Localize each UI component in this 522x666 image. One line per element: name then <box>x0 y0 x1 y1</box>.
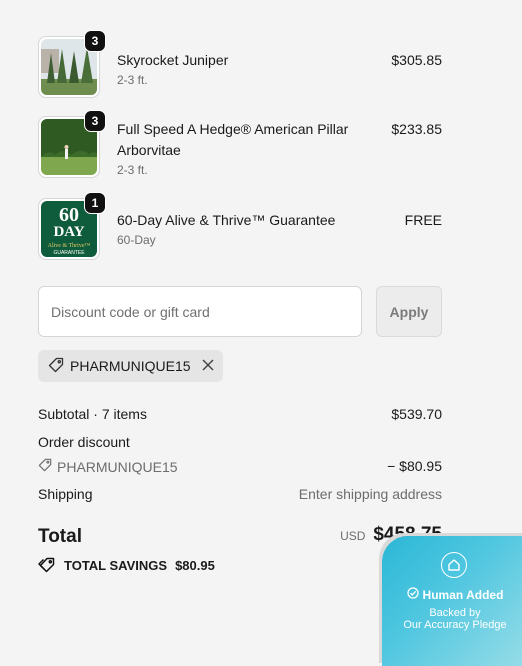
total-row: Total USD $458.75 <box>38 524 442 552</box>
line-item: 60 DAY Alive & Thrive™ GUARANTEE 1 60-Da… <box>38 192 442 262</box>
remove-code-icon[interactable] <box>201 358 215 375</box>
tag-icon <box>48 357 64 376</box>
applied-discount-chip: PHARMUNIQUE15 <box>38 350 223 382</box>
item-price: $305.85 <box>391 52 442 68</box>
quantity-badge: 3 <box>84 30 106 52</box>
tag-icon <box>38 458 52 475</box>
item-variant: 2-3 ft. <box>117 73 148 87</box>
total-label: Total <box>38 526 82 547</box>
discount-code-row: PHARMUNIQUE15 − $80.95 <box>38 458 442 475</box>
guarantee-day: DAY <box>53 224 85 240</box>
badge-line1: Backed by <box>429 607 481 619</box>
accuracy-pledge-badge[interactable]: Human Added Backed by Our Accuracy Pledg… <box>382 536 522 666</box>
guarantee-label: GUARANTEE <box>53 250 85 256</box>
order-discount-label: Order discount <box>38 434 130 450</box>
shipping-value: Enter shipping address <box>298 486 442 502</box>
tag-icon <box>38 557 56 573</box>
currency-code: USD <box>340 529 366 543</box>
badge-line2: Our Accuracy Pledge <box>403 619 507 631</box>
product-thumbnail: 3 <box>38 30 106 98</box>
item-variant: 60-Day <box>117 233 156 247</box>
discount-code-tag: PHARMUNIQUE15 <box>38 458 178 475</box>
subtotal-value: $539.70 <box>391 406 442 422</box>
subtotal-row: Subtotal · 7 items $539.70 <box>38 406 442 422</box>
product-thumbnail: 3 <box>38 110 106 178</box>
item-price: FREE <box>404 212 442 228</box>
badge-title: Human Added <box>422 587 504 602</box>
shipping-row: Shipping Enter shipping address <box>38 486 442 502</box>
item-name: Skyrocket Juniper <box>117 52 229 68</box>
item-variant: 2-3 ft. <box>117 163 148 177</box>
apply-button[interactable]: Apply <box>376 286 442 337</box>
total-savings-label: TOTAL SAVINGS <box>64 557 168 573</box>
product-thumbnail: 60 DAY Alive & Thrive™ GUARANTEE 1 <box>38 192 106 260</box>
item-name: 60-Day Alive & Thrive™ Guarantee <box>117 212 336 228</box>
applied-code-label: PHARMUNIQUE15 <box>70 358 191 374</box>
house-icon <box>441 552 467 578</box>
discount-value: − $80.95 <box>387 458 442 474</box>
line-item: 3 Full Speed A Hedge® American Pillar Ar… <box>38 110 442 182</box>
check-circle-icon <box>406 587 419 602</box>
item-price: $233.85 <box>391 121 442 137</box>
order-discount-row: Order discount <box>38 434 442 450</box>
quantity-badge: 3 <box>84 110 106 132</box>
subtotal-label: Subtotal · 7 items <box>38 406 147 422</box>
shipping-label: Shipping <box>38 486 93 502</box>
line-item: 3 Skyrocket Juniper 2-3 ft. $305.85 <box>38 30 442 102</box>
discount-code-input[interactable] <box>38 286 362 337</box>
guarantee-brand: Alive & Thrive™ <box>47 243 91 249</box>
discount-code-text: PHARMUNIQUE15 <box>57 458 178 475</box>
item-name: Full Speed A Hedge® American Pillar Arbo… <box>117 121 349 158</box>
total-savings-value: $80.95 <box>175 557 215 573</box>
badge-title-row: Human Added <box>382 587 522 602</box>
quantity-badge: 1 <box>84 192 106 214</box>
